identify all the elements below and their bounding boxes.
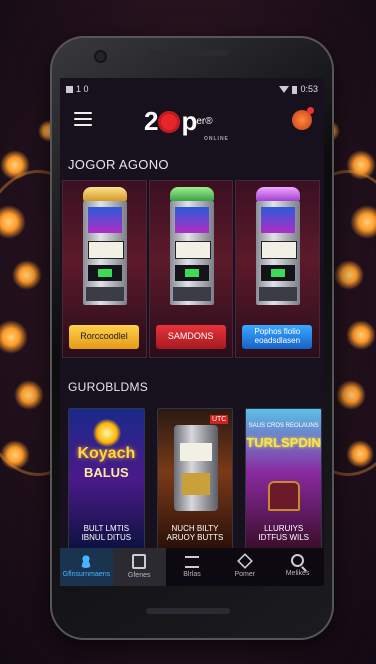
slot-machine-art (173, 425, 218, 511)
game-title: TURLSPDING (246, 435, 321, 450)
machine-play-button-3[interactable]: Pophos flolio eoadsdlasen (242, 325, 313, 349)
game-badge: UTC (209, 415, 229, 424)
bottom-nav: Gflnsurnmaens Gfenes Blrlas Pomer Melike… (60, 548, 324, 586)
game-subtitle: BALUS (83, 465, 129, 480)
game-title: Koyach (77, 445, 136, 462)
logo-tagline: ONLINE (204, 136, 229, 142)
machine-card-1[interactable]: Rorccoodlel (62, 180, 147, 358)
nav-item-games[interactable]: Gfenes (112, 548, 166, 586)
logo-suffix: er (196, 116, 206, 127)
slot-machine-image (256, 187, 301, 305)
app-header: 2 per® ONLINE (60, 98, 324, 142)
featured-machines-row: Rorccoodlel SAMDONS Pophos flolio eoadsd… (62, 180, 321, 358)
game-card-1[interactable]: Koyach BALUS BULT LMTIS IBNUL DITUS (68, 408, 145, 550)
hamburger-menu-icon[interactable] (74, 112, 92, 126)
battery-icon (292, 85, 298, 94)
logo-mark: ® (205, 116, 213, 127)
featured-section-title: JOGOR AGONO (68, 157, 169, 172)
earpiece-speaker (148, 50, 228, 56)
logo-chip-icon (158, 111, 181, 133)
list-icon (184, 556, 199, 568)
user-icon (79, 554, 94, 568)
status-time: 0:53 (300, 84, 318, 94)
wifi-icon (279, 86, 290, 94)
logo-prefix: 2 (144, 106, 159, 136)
nav-item-tournaments[interactable]: Gflnsurnmaens (60, 548, 113, 586)
nav-label: Pomer (234, 571, 256, 578)
games-section-title: GUROBLDMS (68, 380, 149, 394)
slot-machine-image (83, 187, 127, 305)
treasure-chest-icon (268, 481, 301, 511)
profile-avatar[interactable] (292, 107, 314, 130)
slot-machine-image (169, 187, 214, 305)
bottom-speaker (146, 608, 230, 614)
nav-label: Blrlas (183, 571, 201, 578)
game-top-text: SAUS CROS REOLAUNS (248, 423, 319, 429)
games-row: Koyach BALUS BULT LMTIS IBNUL DITUS UTC … (68, 408, 323, 550)
status-bar: 1 0 0:53 (60, 78, 324, 98)
brand-logo[interactable]: 2 per® ONLINE (144, 106, 228, 142)
game-caption: NUCH BILTY ARUOY BUTTS (166, 523, 224, 543)
logo-mid: p (181, 106, 197, 136)
game-caption: BULT LMTIS IBNUL DITUS (81, 523, 132, 543)
machine-card-2[interactable]: SAMDONS (148, 180, 234, 358)
notification-icon (66, 86, 73, 94)
game-card-3[interactable]: SAUS CROS REOLAUNS TURLSPDING LLURUIYS I… (245, 408, 323, 550)
cube-icon (236, 553, 253, 569)
game-card-2[interactable]: UTC NUCH BILTY ARUOY BUTTS (156, 408, 234, 550)
nav-item-search[interactable]: Melikes (271, 548, 324, 586)
nav-label: Gfenes (127, 572, 151, 579)
game-caption: LLURUIYS IDTFUS WILS (258, 523, 310, 543)
machine-play-button-2[interactable]: SAMDONS (155, 325, 226, 349)
app-screen: 1 0 0:53 2 per® ONLINE JOGOR AGONO Rorcco… (60, 78, 324, 586)
machine-play-button-1[interactable]: Rorccoodlel (69, 325, 139, 349)
nav-item-power[interactable]: Pomer (218, 548, 271, 586)
star-icon (93, 419, 121, 447)
slot-icon (132, 554, 147, 569)
nav-label: Gflnsurnmaens (62, 571, 111, 578)
machine-card-3[interactable]: Pophos flolio eoadsdlasen (235, 180, 321, 358)
nav-item-lists[interactable]: Blrlas (166, 548, 219, 586)
status-left-text: 1 0 (76, 84, 89, 94)
front-camera (96, 52, 105, 61)
search-icon (291, 554, 305, 567)
